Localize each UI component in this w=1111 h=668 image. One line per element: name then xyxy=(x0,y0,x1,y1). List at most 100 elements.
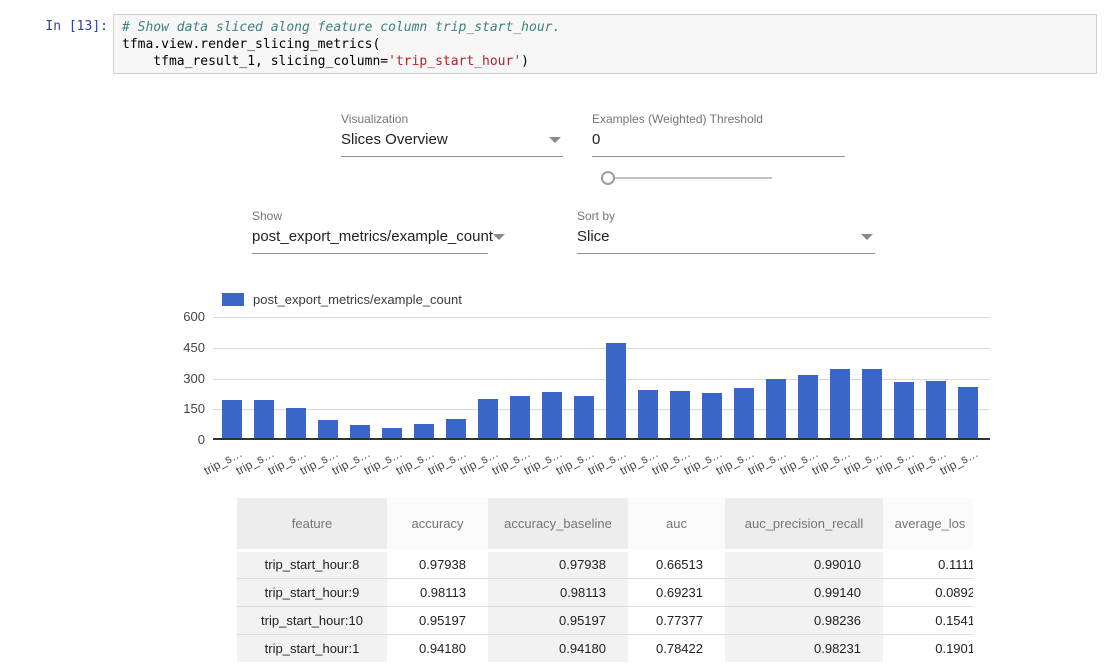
code-content: # Show data sliced along feature column … xyxy=(122,19,1088,70)
bar[interactable] xyxy=(670,391,690,438)
visualization-dropdown[interactable]: Visualization Slices Overview xyxy=(341,112,563,157)
table-header-row: featureaccuracyaccuracy_baselineaucauc_p… xyxy=(237,498,973,550)
column-header[interactable]: feature xyxy=(237,498,387,550)
bar[interactable] xyxy=(510,396,530,438)
table-body: trip_start_hour:80.979380.979380.665130.… xyxy=(237,550,973,662)
bar[interactable] xyxy=(350,425,370,438)
bar[interactable] xyxy=(478,399,498,438)
table-cell: 0.99010 xyxy=(725,550,883,578)
bar[interactable] xyxy=(446,419,466,438)
bar[interactable] xyxy=(286,408,306,438)
table-cell: 0.94180 xyxy=(488,634,628,662)
legend-swatch xyxy=(222,293,244,306)
x-axis-line xyxy=(213,438,990,440)
show-label: Show xyxy=(252,209,488,223)
gridline xyxy=(213,348,990,349)
table-cell: 0.98236 xyxy=(725,606,883,634)
table-cell: 0.98113 xyxy=(387,578,488,606)
table-cell: 0.97938 xyxy=(488,550,628,578)
bar[interactable] xyxy=(798,375,818,438)
sort-by-label: Sort by xyxy=(577,209,875,223)
column-header[interactable]: accuracy xyxy=(387,498,488,550)
y-axis-label: 300 xyxy=(160,371,205,387)
bar[interactable] xyxy=(254,400,274,438)
column-header[interactable]: accuracy_baseline xyxy=(488,498,628,550)
chevron-down-icon[interactable] xyxy=(493,234,505,240)
table-cell: 0.0892 xyxy=(883,578,973,606)
chevron-down-icon[interactable] xyxy=(861,234,873,240)
table-cell: 0.94180 xyxy=(387,634,488,662)
table-cell: trip_start_hour:8 xyxy=(237,550,387,578)
table-row: trip_start_hour:80.979380.979380.665130.… xyxy=(237,550,973,578)
cell-prompt: In [13]: xyxy=(20,19,108,34)
sort-by-value: Slice xyxy=(577,228,610,246)
bar[interactable] xyxy=(926,381,946,438)
table-row: trip_start_hour:10.941800.941800.784220.… xyxy=(237,634,973,662)
gridline xyxy=(213,317,990,318)
table-cell: trip_start_hour:9 xyxy=(237,578,387,606)
show-value: post_export_metrics/example_count xyxy=(252,228,493,246)
y-axis-label: 150 xyxy=(160,401,205,417)
metrics-table: featureaccuracyaccuracy_baselineaucauc_p… xyxy=(237,498,973,662)
bar[interactable] xyxy=(958,387,978,438)
code-string: 'trip_start_hour' xyxy=(388,54,521,69)
bar[interactable] xyxy=(734,388,754,438)
table-cell: trip_start_hour:1 xyxy=(237,634,387,662)
threshold-label: Examples (Weighted) Threshold xyxy=(592,112,845,126)
bar[interactable] xyxy=(766,379,786,438)
bar[interactable] xyxy=(222,400,242,438)
y-axis-label: 0 xyxy=(160,432,205,448)
visualization-label: Visualization xyxy=(341,112,563,126)
code-editor[interactable]: # Show data sliced along feature column … xyxy=(113,14,1097,74)
bar[interactable] xyxy=(830,369,850,438)
visualization-value: Slices Overview xyxy=(341,131,448,149)
slices-bar-chart: post_export_metrics/example_count 0 150 30… xyxy=(160,285,1060,485)
bar[interactable] xyxy=(574,396,594,438)
bar[interactable] xyxy=(606,343,626,438)
threshold-slider[interactable] xyxy=(601,170,772,186)
bar[interactable] xyxy=(542,392,562,438)
bar[interactable] xyxy=(318,420,338,438)
bar[interactable] xyxy=(862,369,882,438)
plot-area xyxy=(213,317,990,440)
y-axis-label: 450 xyxy=(160,340,205,356)
column-header[interactable]: auc_precision_recall xyxy=(725,498,883,550)
bar[interactable] xyxy=(414,424,434,438)
table-cell: 0.95197 xyxy=(488,606,628,634)
column-header[interactable]: average_los xyxy=(883,498,973,550)
chevron-down-icon[interactable] xyxy=(549,137,561,143)
table-row: trip_start_hour:100.951970.951970.773770… xyxy=(237,606,973,634)
table-cell: 0.78422 xyxy=(628,634,725,662)
threshold-input[interactable]: Examples (Weighted) Threshold 0 xyxy=(592,112,845,157)
slider-track[interactable] xyxy=(614,177,772,179)
show-metric-dropdown[interactable]: Show post_export_metrics/example_count xyxy=(252,209,488,254)
table-cell: 0.1541 xyxy=(883,606,973,634)
table-cell: 0.1901 xyxy=(883,634,973,662)
code-comment: # Show data sliced along feature column … xyxy=(122,20,560,35)
legend-label: post_export_metrics/example_count xyxy=(253,292,462,307)
table-cell: 0.98231 xyxy=(725,634,883,662)
bar[interactable] xyxy=(894,382,914,438)
table-cell: 0.77377 xyxy=(628,606,725,634)
table-cell: 0.1111 xyxy=(883,550,973,578)
table-cell: 0.69231 xyxy=(628,578,725,606)
bar[interactable] xyxy=(638,390,658,438)
metrics-table-container: featureaccuracyaccuracy_baselineaucauc_p… xyxy=(237,498,973,668)
table-row: trip_start_hour:90.981130.981130.692310.… xyxy=(237,578,973,606)
table-cell: 0.98113 xyxy=(488,578,628,606)
slider-handle[interactable] xyxy=(601,171,615,185)
threshold-value: 0 xyxy=(592,131,600,149)
y-axis-label: 600 xyxy=(160,309,205,325)
code-line-3: tfma_result_1, slicing_column='trip_star… xyxy=(122,54,529,69)
sort-by-dropdown[interactable]: Sort by Slice xyxy=(577,209,875,254)
table-cell: 0.66513 xyxy=(628,550,725,578)
chart-legend: post_export_metrics/example_count xyxy=(222,292,462,307)
column-header[interactable]: auc xyxy=(628,498,725,550)
table-cell: trip_start_hour:10 xyxy=(237,606,387,634)
table-cell: 0.99140 xyxy=(725,578,883,606)
code-line-2: tfma.view.render_slicing_metrics( xyxy=(122,37,380,52)
bar[interactable] xyxy=(702,393,722,438)
table-cell: 0.95197 xyxy=(387,606,488,634)
bar[interactable] xyxy=(382,428,402,438)
notebook-page: In [13]: # Show data sliced along featur… xyxy=(0,0,1111,668)
